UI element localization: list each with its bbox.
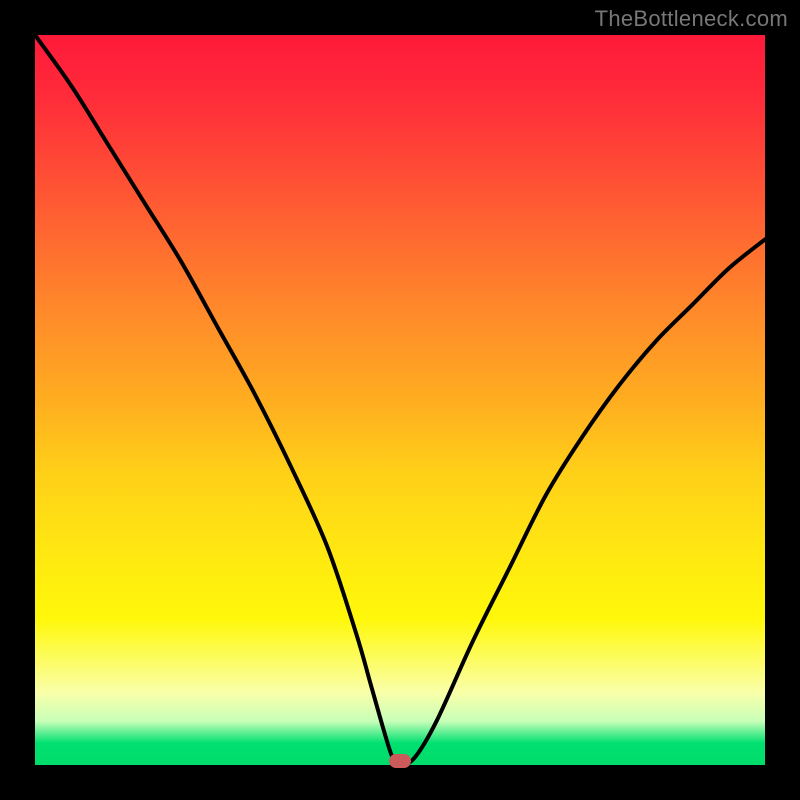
plot-area [35, 35, 765, 765]
bottleneck-curve [35, 35, 765, 765]
watermark-text: TheBottleneck.com [595, 6, 788, 32]
chart-frame: TheBottleneck.com [0, 0, 800, 800]
optimal-point-marker [389, 754, 411, 768]
